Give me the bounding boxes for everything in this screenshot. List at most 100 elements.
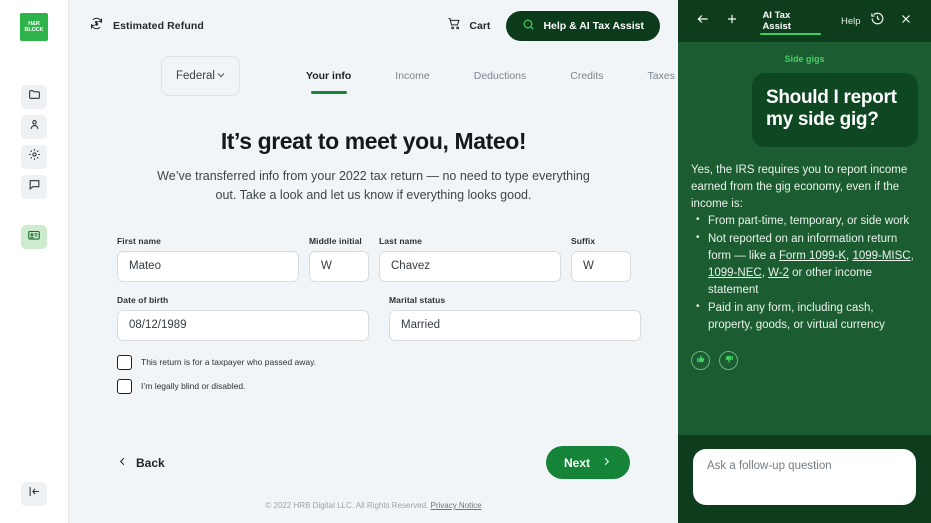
answer-bullet-2: Not reported on an information return fo… <box>708 231 918 299</box>
jurisdiction-label: Federal <box>176 70 215 82</box>
answer-bullet-3: Paid in any form, including cash, proper… <box>708 300 918 334</box>
logo-line-2: BLOCK <box>24 27 43 33</box>
checkbox-group: This return is for a taxpayer who passed… <box>117 355 630 394</box>
tab-deductions-label: Deductions <box>474 70 527 82</box>
back-button-label: Back <box>136 456 165 470</box>
field-first-name: First name Mateo <box>117 236 299 282</box>
link-1099-nec[interactable]: 1099-NEC <box>708 267 762 279</box>
panel-tab-ai-tax-assist[interactable]: AI Tax Assist <box>756 0 825 42</box>
left-rail: H&R BLOCK <box>0 0 69 523</box>
close-icon <box>899 12 913 31</box>
field-last-name: Last name Chavez <box>379 236 561 282</box>
gear-icon <box>28 148 41 166</box>
panel-tab-help-label: Help <box>841 16 861 27</box>
rail-item-settings[interactable] <box>21 145 47 169</box>
last-name-label: Last name <box>379 236 561 246</box>
panel-history-button[interactable] <box>867 10 888 32</box>
next-button-label: Next <box>564 456 590 470</box>
jurisdiction-dropdown[interactable]: Federal <box>161 56 240 96</box>
assistant-answer: Yes, the IRS requires you to report inco… <box>691 162 918 334</box>
tab-your-info-label: Your info <box>306 70 351 82</box>
thumbs-down-button[interactable] <box>719 351 738 370</box>
bottom-navigation: Back Next <box>117 446 630 479</box>
tab-income-label: Income <box>395 70 429 82</box>
date-of-birth-label: Date of birth <box>117 295 369 305</box>
suffix-input[interactable]: W <box>571 251 631 282</box>
privacy-notice-link[interactable]: Privacy Notice <box>430 501 481 510</box>
feedback-controls <box>691 351 918 370</box>
taxpayer-form: First name Mateo Middle initial W Last n… <box>117 236 630 394</box>
tab-income[interactable]: Income <box>373 56 451 96</box>
first-name-label: First name <box>117 236 299 246</box>
tab-taxes[interactable]: Taxes <box>626 56 678 96</box>
panel-new-chat-button[interactable] <box>721 10 742 32</box>
link-1099-misc[interactable]: 1099-MISC <box>852 250 910 262</box>
middle-initial-label: Middle initial <box>309 236 369 246</box>
footer: © 2022 HRB Digital LLC. All Rights Reser… <box>69 501 678 510</box>
tab-deductions[interactable]: Deductions <box>452 56 549 96</box>
middle-initial-input[interactable]: W <box>309 251 369 282</box>
page-content: It’s great to meet you, Mateo! We’ve tra… <box>69 100 678 523</box>
rail-item-folder[interactable] <box>21 85 47 109</box>
marital-status-label: Marital status <box>389 295 641 305</box>
first-name-input[interactable]: Mateo <box>117 251 299 282</box>
panel-close-button[interactable] <box>896 10 917 32</box>
name-row: First name Mateo Middle initial W Last n… <box>117 236 630 282</box>
top-bar-actions: Cart Help & AI Tax Assist <box>447 11 660 41</box>
id-card-icon <box>27 228 41 247</box>
app-root: H&R BLOCK <box>0 0 931 523</box>
collapse-sidebar-button[interactable] <box>21 482 47 506</box>
top-bar: Estimated Refund Cart Help & AI Tax Assi… <box>69 0 678 52</box>
thumbs-down-icon <box>724 351 734 369</box>
link-w-2[interactable]: W-2 <box>768 267 789 279</box>
cart-label: Cart <box>469 20 490 32</box>
last-name-input[interactable]: Chavez <box>379 251 561 282</box>
history-icon <box>870 11 885 31</box>
field-date-of-birth: Date of birth 08/12/1989 <box>117 295 369 341</box>
panel-tab-ai-label: AI Tax Assist <box>762 10 819 32</box>
arrow-left-icon <box>696 12 710 31</box>
dob-marital-row: Date of birth 08/12/1989 Marital status … <box>117 295 630 341</box>
date-of-birth-input[interactable]: 08/12/1989 <box>117 310 369 341</box>
marital-status-input[interactable]: Married <box>389 310 641 341</box>
link-form-1099-k[interactable]: Form 1099-K <box>779 250 846 262</box>
panel-tab-help[interactable]: Help <box>835 0 867 42</box>
person-icon <box>28 118 41 136</box>
estimated-refund[interactable]: Estimated Refund <box>89 16 204 36</box>
rail-item-profile[interactable] <box>21 115 47 139</box>
chevron-down-icon <box>215 69 227 84</box>
help-ai-tax-assist-button[interactable]: Help & AI Tax Assist <box>506 11 660 41</box>
chevron-right-icon <box>601 456 612 470</box>
follow-up-input[interactable]: Ask a follow-up question <box>693 449 916 505</box>
hrblock-logo[interactable]: H&R BLOCK <box>20 13 48 41</box>
checkbox-blind-disabled[interactable]: I’m legally blind or disabled. <box>117 379 630 394</box>
page-subtitle: We’ve transferred info from your 2022 ta… <box>154 167 594 206</box>
tab-credits-label: Credits <box>570 70 603 82</box>
cart-button[interactable]: Cart <box>447 16 490 36</box>
field-marital-status: Marital status Married <box>389 295 641 341</box>
checkbox-deceased-taxpayer[interactable]: This return is for a taxpayer who passed… <box>117 355 630 370</box>
answer-bullet-list: From part-time, temporary, or side work … <box>691 213 918 333</box>
rail-item-messages[interactable] <box>21 175 47 199</box>
user-question-bubble: Should I report my side gig? <box>752 73 918 147</box>
tab-your-info[interactable]: Your info <box>284 56 373 96</box>
navigation-tabs-row: Federal Your info Income Deductions Cred… <box>69 52 678 100</box>
tab-credits[interactable]: Credits <box>548 56 625 96</box>
panel-back-button[interactable] <box>692 10 713 32</box>
checkbox-deceased-box[interactable] <box>117 355 132 370</box>
checkbox-deceased-label: This return is for a taxpayer who passed… <box>141 357 316 367</box>
rail-icon-group <box>21 85 47 249</box>
thumbs-up-button[interactable] <box>691 351 710 370</box>
rail-item-tax-identity[interactable] <box>21 225 47 249</box>
panel-footer: Ask a follow-up question <box>678 435 931 523</box>
checkbox-blind-box[interactable] <box>117 379 132 394</box>
next-button[interactable]: Next <box>546 446 630 479</box>
field-suffix: Suffix W <box>571 236 631 282</box>
conversation-topic: Side gigs <box>691 54 918 64</box>
section-tabs: Your info Income Deductions Credits Taxe… <box>284 56 678 96</box>
help-button-label: Help & AI Tax Assist <box>543 20 644 32</box>
back-button[interactable]: Back <box>117 456 165 470</box>
folder-icon <box>28 88 41 106</box>
bullet2-sep2: , <box>911 250 914 262</box>
panel-conversation: Side gigs Should I report my side gig? Y… <box>678 42 931 435</box>
